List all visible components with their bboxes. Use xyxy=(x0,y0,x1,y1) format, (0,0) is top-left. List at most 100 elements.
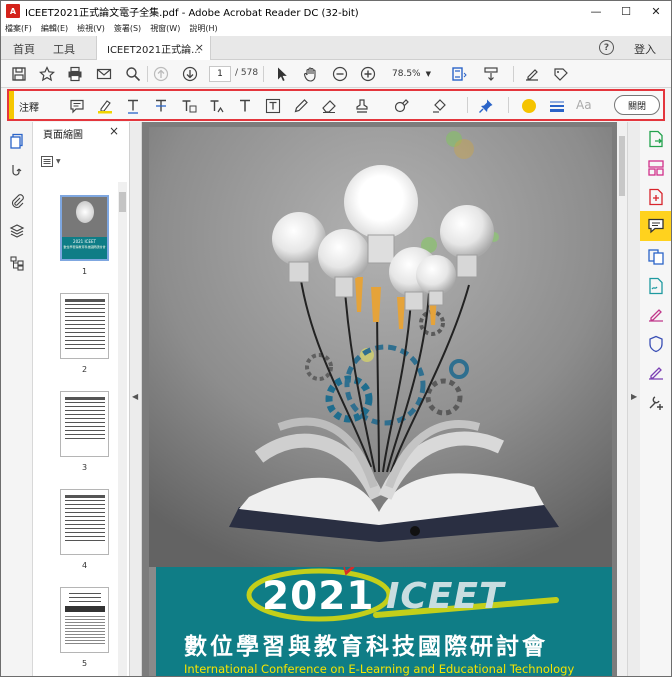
create-pdf-icon[interactable] xyxy=(645,186,667,208)
attachment-icon[interactable] xyxy=(8,192,26,210)
acrobat-window: A ICEET2021正式論文電子全集.pdf - Adobe Acrobat … xyxy=(0,0,672,677)
thumbnail-page-number: 4 xyxy=(81,561,88,570)
toolbar-separator xyxy=(147,66,148,82)
page-number-input[interactable]: 1 xyxy=(209,66,231,82)
print-icon[interactable] xyxy=(66,65,84,83)
menu-edit[interactable]: 編輯(E) xyxy=(41,23,68,34)
menu-file[interactable]: 檔案(F) xyxy=(5,23,32,34)
page-thumbnails-icon[interactable] xyxy=(8,132,26,150)
thumbnail-page-1[interactable]: 2021 ICEET 數位學習與教育科技國際研討會 1 xyxy=(60,195,109,276)
cover-illustration xyxy=(149,127,612,567)
collapse-left-icon[interactable]: ◀ xyxy=(132,392,138,401)
sticky-note-icon[interactable] xyxy=(67,97,87,115)
combine-files-icon[interactable] xyxy=(645,246,667,268)
close-icon[interactable]: ✕ xyxy=(641,1,671,21)
thumbnail-page-4[interactable]: 4 xyxy=(60,489,109,570)
chevron-down-icon: ▼ xyxy=(56,157,61,165)
close-comment-button[interactable]: 關閉 xyxy=(614,95,660,115)
insert-text-icon[interactable] xyxy=(207,97,227,115)
zoom-level-select[interactable]: 78.5% ▼ xyxy=(389,66,435,82)
layers-icon[interactable] xyxy=(8,222,26,240)
zoom-out-icon[interactable] xyxy=(331,65,349,83)
menu-view[interactable]: 檢視(V) xyxy=(77,23,105,34)
attach-icon[interactable] xyxy=(389,97,415,115)
save-icon[interactable] xyxy=(10,65,28,83)
sign-icon[interactable] xyxy=(523,65,541,83)
menu-sign[interactable]: 簽署(S) xyxy=(114,23,141,34)
thumbnails-scrollbar[interactable] xyxy=(118,182,127,676)
page-thumbnails-panel: 頁面縮圖 × ▼ 2021 ICEET 數位學習與教育科技國際研討會 1 2 3… xyxy=(33,122,130,676)
fill-sign-icon[interactable] xyxy=(645,275,667,297)
edit-icon[interactable] xyxy=(645,362,667,384)
add-text-icon[interactable] xyxy=(235,97,255,115)
hand-icon[interactable] xyxy=(302,65,320,83)
menu-help[interactable]: 說明(H) xyxy=(189,23,217,34)
cover-title-en: International Conference on E-Learning a… xyxy=(184,662,575,676)
thumbnail-page-3[interactable]: 3 xyxy=(60,391,109,472)
cover-page: 2021 ICEET 數位學習與教育科技國際研討會 International … xyxy=(149,127,612,676)
title-bar: A ICEET2021正式論文電子全集.pdf - Adobe Acrobat … xyxy=(1,1,671,21)
expand-right-icon[interactable]: ▶ xyxy=(631,392,637,401)
tab-document-label: ICEET2021正式論... xyxy=(107,44,201,56)
help-icon[interactable]: ? xyxy=(599,40,614,55)
tab-home[interactable]: 首頁 xyxy=(13,41,35,57)
pin-icon[interactable] xyxy=(476,97,496,115)
replace-text-icon[interactable] xyxy=(179,97,199,115)
document-scrollbar[interactable] xyxy=(617,122,627,676)
underline-text-icon[interactable] xyxy=(123,97,143,115)
maximize-icon[interactable]: ☐ xyxy=(611,1,641,21)
comment-icon[interactable] xyxy=(640,211,671,241)
scroll-mode-icon[interactable] xyxy=(482,65,500,83)
page-up-icon[interactable] xyxy=(152,65,170,83)
mail-icon[interactable] xyxy=(95,65,113,83)
window-controls: — ☐ ✕ xyxy=(581,1,671,21)
scrollbar-thumb[interactable] xyxy=(619,136,625,196)
right-panel-splitter[interactable]: ▶ xyxy=(627,122,640,676)
send-for-signature-icon[interactable] xyxy=(645,304,667,326)
link-icon[interactable] xyxy=(8,162,26,180)
thumbnail-page-number: 1 xyxy=(81,267,88,276)
strikethrough-text-icon[interactable] xyxy=(151,97,171,115)
redact-icon[interactable] xyxy=(552,65,570,83)
star-icon[interactable] xyxy=(38,65,56,83)
comment-toolbar-label: 注釋 xyxy=(19,103,39,114)
font-style-button[interactable]: Aa xyxy=(576,98,592,112)
protect-icon[interactable] xyxy=(645,333,667,355)
more-tools-icon[interactable] xyxy=(645,391,667,413)
scrollbar-thumb[interactable] xyxy=(119,192,126,212)
comment-toolbar-accent xyxy=(9,91,14,119)
minimize-icon[interactable]: — xyxy=(581,1,611,21)
thumbnail-page-number: 3 xyxy=(81,463,88,472)
tab-document[interactable]: ICEET2021正式論... × xyxy=(96,36,211,60)
pencil-icon[interactable] xyxy=(291,97,311,115)
highlighter-icon[interactable] xyxy=(95,97,115,115)
fit-page-icon[interactable] xyxy=(447,65,471,83)
toolbar-separator xyxy=(508,97,509,113)
text-box-icon[interactable] xyxy=(263,97,283,115)
acrobat-icon: A xyxy=(6,4,20,18)
document-view[interactable]: 2021 ICEET 數位學習與教育科技國際研討會 International … xyxy=(142,122,617,676)
select-cursor-icon[interactable] xyxy=(273,65,291,83)
organize-pages-icon[interactable] xyxy=(645,157,667,179)
color-picker[interactable] xyxy=(522,99,536,113)
search-icon[interactable] xyxy=(124,65,142,83)
zoom-in-icon[interactable] xyxy=(359,65,377,83)
close-panel-icon[interactable]: × xyxy=(109,124,119,138)
login-button[interactable]: 登入 xyxy=(634,41,656,57)
menu-window[interactable]: 視窗(W) xyxy=(150,23,180,34)
left-panel-splitter[interactable]: ◀ xyxy=(130,122,142,676)
thumbnail-page-5[interactable]: 5 xyxy=(60,587,109,668)
thumbnail-page-2[interactable]: 2 xyxy=(60,293,109,374)
stamp-icon[interactable] xyxy=(349,97,375,115)
thumbnail-subtitle: 數位學習與教育科技國際研討會 xyxy=(63,245,106,249)
page-down-icon[interactable] xyxy=(181,65,199,83)
shapes-icon[interactable] xyxy=(427,97,453,115)
thumbnail-image xyxy=(60,293,109,359)
line-style-icon[interactable] xyxy=(547,97,567,115)
close-tab-icon[interactable]: × xyxy=(195,41,204,54)
tab-tools[interactable]: 工具 xyxy=(53,41,75,57)
structure-icon[interactable] xyxy=(8,254,26,272)
thumbnail-options-button[interactable]: ▼ xyxy=(41,154,65,168)
export-pdf-icon[interactable] xyxy=(645,128,667,150)
eraser-icon[interactable] xyxy=(319,97,339,115)
